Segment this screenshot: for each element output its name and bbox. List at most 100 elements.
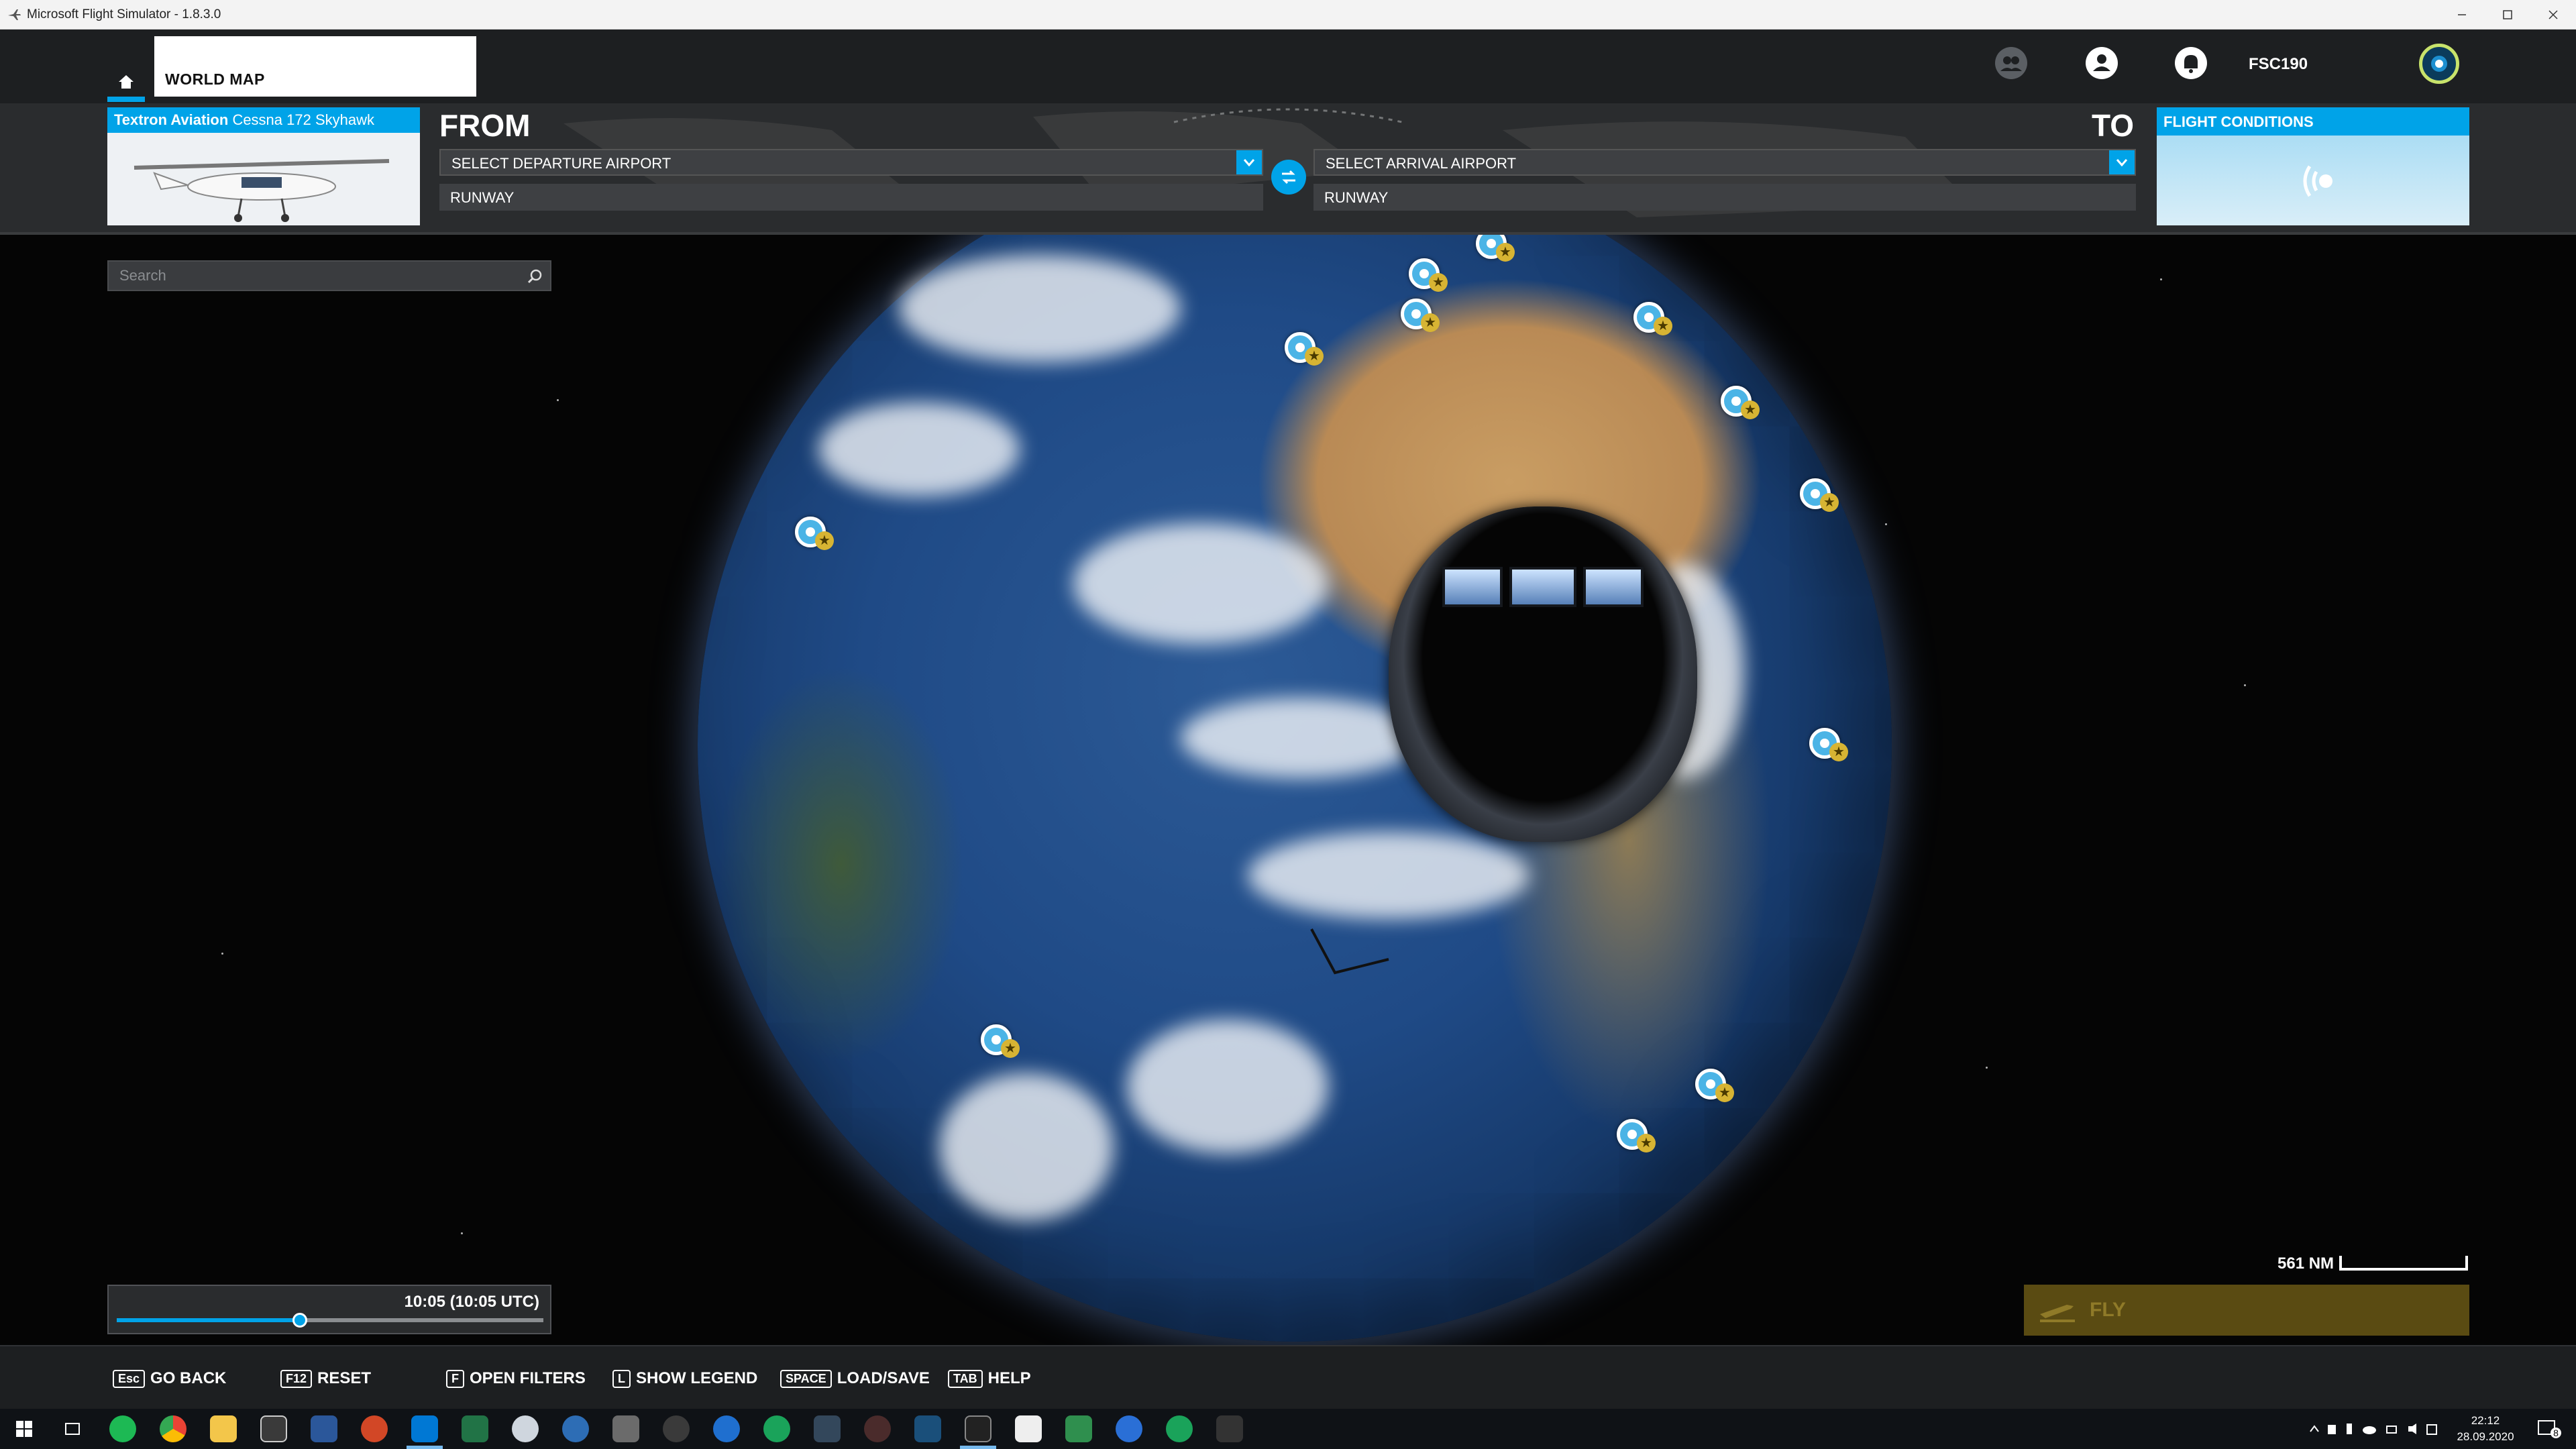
- app-icon[interactable]: [1116, 1415, 1142, 1442]
- minimize-icon[interactable]: [2439, 0, 2485, 30]
- load-save-button[interactable]: SPACE LOAD/SAVE: [780, 1369, 930, 1388]
- star: [461, 1232, 463, 1234]
- star-icon: ★: [1637, 1134, 1656, 1152]
- app-icon[interactable]: [864, 1415, 891, 1442]
- home-active-indicator: [107, 97, 145, 102]
- cloud: [899, 255, 1181, 362]
- friends-icon[interactable]: [1992, 44, 2030, 82]
- search-input[interactable]: [109, 262, 511, 290]
- cloud: [1248, 832, 1529, 919]
- tab-world-map[interactable]: WORLD MAP: [154, 36, 476, 97]
- app-icon[interactable]: [814, 1415, 841, 1442]
- home-button[interactable]: [107, 63, 145, 101]
- departure-airport-select[interactable]: SELECT DEPARTURE AIRPORT: [439, 149, 1263, 176]
- from-label: FROM: [439, 108, 531, 143]
- app-icon[interactable]: [763, 1415, 790, 1442]
- username[interactable]: FSC190: [2249, 55, 2308, 74]
- star: [557, 399, 559, 401]
- earth-globe[interactable]: [698, 235, 1892, 1342]
- task-view-icon[interactable]: [59, 1415, 86, 1442]
- cockpit-window: [1442, 567, 1503, 607]
- star-icon: ★: [1421, 313, 1440, 332]
- show-legend-button[interactable]: L SHOW LEGEND: [612, 1369, 757, 1388]
- chevron-down-icon[interactable]: [2109, 150, 2135, 174]
- app-icon[interactable]: [512, 1415, 539, 1442]
- chrome-icon[interactable]: [160, 1415, 186, 1442]
- aircraft-model: Cessna 172 Skyhawk: [232, 111, 374, 128]
- app-plane-icon: [8, 9, 21, 20]
- app-icon[interactable]: [562, 1415, 589, 1442]
- departure-runway-field[interactable]: RUNWAY: [439, 184, 1263, 211]
- map-scale-label: 561 NM: [2277, 1254, 2334, 1273]
- open-filters-button[interactable]: F OPEN FILTERS: [446, 1369, 586, 1388]
- powerpoint-icon[interactable]: [361, 1415, 388, 1442]
- flight-simulator-taskbar-icon[interactable]: [965, 1415, 991, 1442]
- app-icon[interactable]: [914, 1415, 941, 1442]
- aircraft-brand: Textron Aviation: [114, 111, 229, 128]
- go-back-button[interactable]: Esc GO BACK: [113, 1369, 226, 1388]
- notification-count-badge: 8: [2551, 1428, 2561, 1438]
- route-line-marker: [1310, 928, 1389, 975]
- aircraft-title: Textron Aviation Cessna 172 Skyhawk: [107, 107, 420, 133]
- store-icon[interactable]: [260, 1415, 287, 1442]
- word-icon[interactable]: [311, 1415, 337, 1442]
- arrival-runway-field[interactable]: RUNWAY: [1313, 184, 2136, 211]
- flight-conditions-title: FLIGHT CONDITIONS: [2157, 107, 2469, 136]
- flight-conditions-card[interactable]: FLIGHT CONDITIONS: [2157, 107, 2469, 225]
- time-slider[interactable]: [117, 1313, 543, 1328]
- file-explorer-icon[interactable]: [210, 1415, 237, 1442]
- keycap: TAB: [948, 1369, 983, 1388]
- windows-start-icon[interactable]: [11, 1415, 38, 1442]
- app-icon[interactable]: [612, 1415, 639, 1442]
- cloud: [818, 402, 1020, 496]
- window-titlebar: Microsoft Flight Simulator - 1.8.3.0: [0, 0, 2576, 30]
- window-controls: [2439, 0, 2576, 30]
- window-title: Microsoft Flight Simulator - 1.8.3.0: [27, 7, 221, 21]
- command-label: GO BACK: [150, 1369, 227, 1387]
- app-icon[interactable]: [1065, 1415, 1092, 1442]
- cloud: [1127, 1020, 1328, 1154]
- arrival-airport-select[interactable]: SELECT ARRIVAL AIRPORT: [1313, 149, 2136, 176]
- excel-icon[interactable]: [462, 1415, 488, 1442]
- aircraft-card[interactable]: Textron Aviation Cessna 172 Skyhawk: [107, 107, 420, 225]
- app-icon[interactable]: [1166, 1415, 1193, 1442]
- world-map-viewport[interactable]: ★ ★ ★ ★ ★ ★ ★ ★ ★ ★ ★ ★ 10:05 (10:05 UTC…: [0, 235, 2576, 1345]
- outlook-icon[interactable]: [411, 1415, 438, 1442]
- app-icon[interactable]: [663, 1415, 690, 1442]
- spotify-icon[interactable]: [109, 1415, 136, 1442]
- command-label: LOAD/SAVE: [837, 1369, 930, 1387]
- help-button[interactable]: TAB HELP: [948, 1369, 1031, 1388]
- time-slider-thumb[interactable]: [292, 1313, 308, 1328]
- system-tray-icons[interactable]: [2308, 1421, 2442, 1437]
- search-box[interactable]: [107, 260, 551, 291]
- fly-button[interactable]: FLY: [2024, 1285, 2469, 1336]
- arrival-airport-value: SELECT ARRIVAL AIRPORT: [1326, 155, 1517, 172]
- clock-time: 22:12: [2471, 1414, 2500, 1427]
- star-icon: ★: [1654, 317, 1672, 335]
- star-icon: ★: [1829, 743, 1848, 761]
- profile-icon[interactable]: [2083, 44, 2121, 82]
- chevron-down-icon[interactable]: [1236, 150, 1262, 174]
- keycap: F: [446, 1369, 464, 1388]
- app-icon[interactable]: [1216, 1415, 1243, 1442]
- notifications-bell-icon[interactable]: [2172, 44, 2210, 82]
- profile-level-badge[interactable]: [2419, 44, 2459, 84]
- maximize-icon[interactable]: [2485, 0, 2530, 30]
- swap-airports-button[interactable]: [1271, 160, 1306, 195]
- command-label: SHOW LEGEND: [636, 1369, 758, 1387]
- app-icon[interactable]: [713, 1415, 740, 1442]
- cloud: [939, 1073, 1114, 1221]
- clock-date: 28.09.2020: [2457, 1430, 2514, 1443]
- notification-center-button[interactable]: 8: [2534, 1417, 2561, 1441]
- taskbar-clock[interactable]: 22:12 28.09.2020: [2449, 1413, 2522, 1445]
- home-icon: [119, 75, 133, 89]
- reset-button[interactable]: F12 RESET: [280, 1369, 371, 1388]
- map-scale-bar: [2339, 1256, 2468, 1271]
- command-label: HELP: [987, 1369, 1031, 1387]
- app-icon[interactable]: [1015, 1415, 1042, 1442]
- close-icon[interactable]: [2530, 0, 2576, 30]
- app-topbar: WORLD MAP FSC190: [0, 30, 2576, 103]
- search-icon[interactable]: [526, 268, 543, 285]
- keycap: L: [612, 1369, 631, 1388]
- takeoff-plane-icon: [2040, 1305, 2075, 1322]
